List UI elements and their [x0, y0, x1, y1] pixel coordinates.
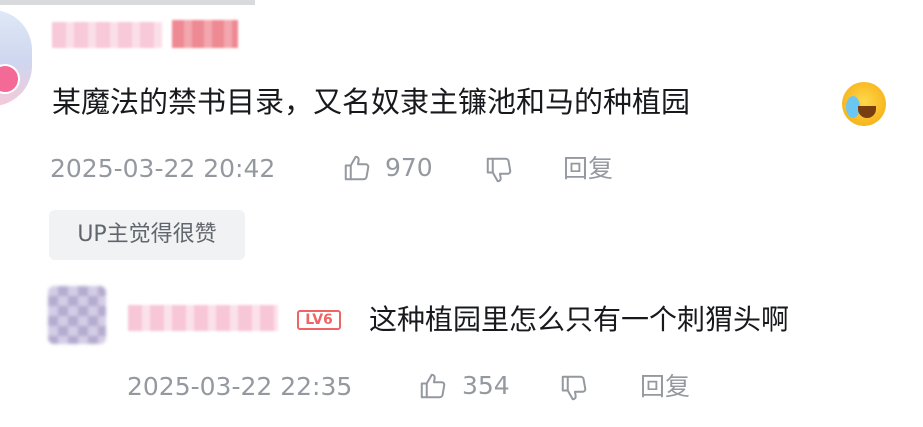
comment-text: 某魔法的禁书目录，又名奴隶主镰池和马的种植园	[52, 85, 691, 119]
reply-dislike-icon[interactable]	[559, 373, 589, 403]
username-blurred-2	[172, 20, 238, 48]
like-icon[interactable]	[342, 153, 372, 183]
reply-username-blurred[interactable]	[128, 305, 278, 331]
like-count: 970	[385, 153, 433, 182]
reply-like-icon[interactable]	[418, 371, 448, 401]
reply-avatar[interactable]	[48, 286, 106, 344]
username-blurred[interactable]	[52, 22, 162, 48]
reply-text: 这种植园里怎么只有一个刺猬头啊	[369, 303, 790, 336]
reply-timestamp: 2025-03-22 22:35	[127, 372, 353, 401]
dislike-icon[interactable]	[484, 155, 514, 185]
reply-button[interactable]: 回复	[563, 151, 613, 187]
level-badge: LV6	[297, 310, 341, 330]
reply-reply-button[interactable]: 回复	[640, 369, 690, 405]
up-liked-badge: UP主觉得很赞	[49, 210, 245, 260]
top-divider	[0, 0, 255, 5]
comment-timestamp: 2025-03-22 20:42	[50, 154, 276, 183]
reply-like-count: 354	[462, 371, 510, 400]
crying-laughing-emoji-icon	[842, 82, 886, 126]
